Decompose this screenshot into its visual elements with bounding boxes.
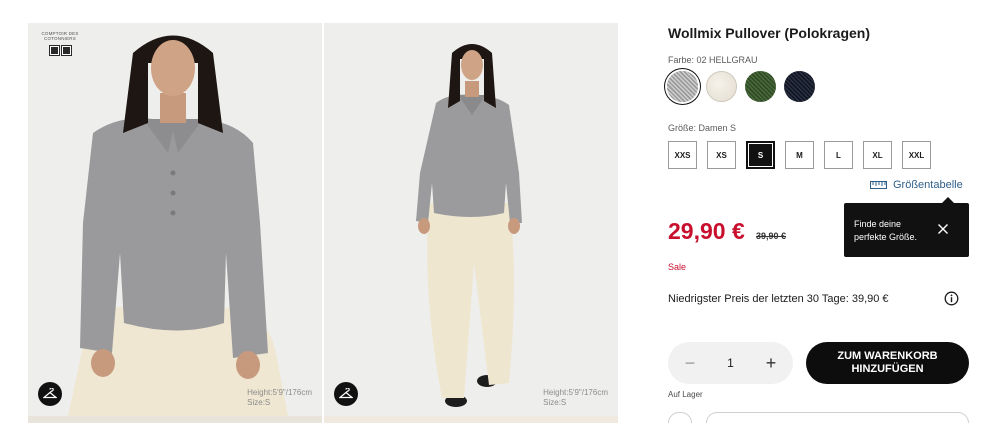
close-icon[interactable] xyxy=(937,223,949,235)
sale-badge: Sale xyxy=(668,262,687,272)
hanger-icon xyxy=(339,388,353,399)
hanger-icon xyxy=(43,388,57,399)
try-on-hanger-button[interactable] xyxy=(334,382,358,406)
product-photo-1[interactable]: COMPTOIR DES COTONNIERS Height:5'9"/176c… xyxy=(28,23,322,416)
color-swatch-hellgrau[interactable] xyxy=(667,71,698,102)
size-chart-label: Größentabelle xyxy=(893,179,963,191)
product-title: Wollmix Pullover (Polokragen) xyxy=(668,25,871,41)
wishlist-button[interactable] xyxy=(668,412,692,423)
uniqlo-logo-icon xyxy=(36,45,84,56)
size-option-xs[interactable]: XS xyxy=(707,141,736,169)
color-swatch-off-white[interactable] xyxy=(706,71,737,102)
color-swatch-navy[interactable] xyxy=(784,71,815,102)
model-seated-illustration xyxy=(68,35,288,416)
size-label: Größe: Damen S xyxy=(668,123,737,133)
store-availability-button[interactable] xyxy=(706,412,969,423)
stock-status: Auf Lager xyxy=(668,390,703,399)
model-info-caption: Height:5'9"/176cm Size:S xyxy=(247,388,312,408)
brand-logo-text: COMPTOIR DES COTONNIERS xyxy=(41,31,79,41)
model-size: Size:S xyxy=(247,398,271,407)
size-tooltip-text: Finde deine perfekte Größe. xyxy=(854,219,918,242)
size-option-l[interactable]: L xyxy=(824,141,853,169)
size-option-s[interactable]: S xyxy=(746,141,775,169)
color-label: Farbe: 02 HELLGRAU xyxy=(668,55,758,65)
product-photo-4-preview[interactable] xyxy=(324,416,618,423)
info-icon[interactable] xyxy=(944,291,959,306)
size-chart-link[interactable]: Größentabelle xyxy=(870,179,963,191)
quantity-stepper: − 1 + xyxy=(668,342,793,384)
brand-logo: COMPTOIR DES COTONNIERS xyxy=(36,31,84,56)
original-price: 39,90 € xyxy=(756,231,787,241)
product-photo-3-preview[interactable] xyxy=(28,416,322,423)
model-height: Height:5'9"/176cm xyxy=(543,388,608,397)
model-height: Height:5'9"/176cm xyxy=(247,388,312,397)
model-standing-illustration xyxy=(416,44,522,407)
model-size: Size:S xyxy=(543,398,567,407)
size-option-m[interactable]: M xyxy=(785,141,814,169)
ruler-icon xyxy=(870,181,887,189)
current-price: 29,90 € xyxy=(668,218,745,244)
quantity-increase-button[interactable]: + xyxy=(763,354,779,372)
try-on-hanger-button[interactable] xyxy=(38,382,62,406)
lowest-price-info: Niedrigster Preis der letzten 30 Tage: 3… xyxy=(668,293,889,305)
quantity-decrease-button[interactable]: − xyxy=(682,354,698,372)
size-option-xxl[interactable]: XXL xyxy=(902,141,931,169)
size-option-xl[interactable]: XL xyxy=(863,141,892,169)
size-tooltip: Finde deine perfekte Größe. xyxy=(844,197,969,257)
model-info-caption: Height:5'9"/176cm Size:S xyxy=(543,388,608,408)
product-photo-2[interactable]: Height:5'9"/176cm Size:S xyxy=(324,23,618,416)
add-to-cart-button[interactable]: ZUM WARENKORB HINZUFÜGEN xyxy=(806,342,969,384)
size-selector: XXS XS S M L XL XXL xyxy=(668,141,931,169)
size-option-xxs[interactable]: XXS xyxy=(668,141,697,169)
color-swatch-olive[interactable] xyxy=(745,71,776,102)
color-swatches xyxy=(667,71,815,102)
quantity-value[interactable]: 1 xyxy=(727,356,734,370)
